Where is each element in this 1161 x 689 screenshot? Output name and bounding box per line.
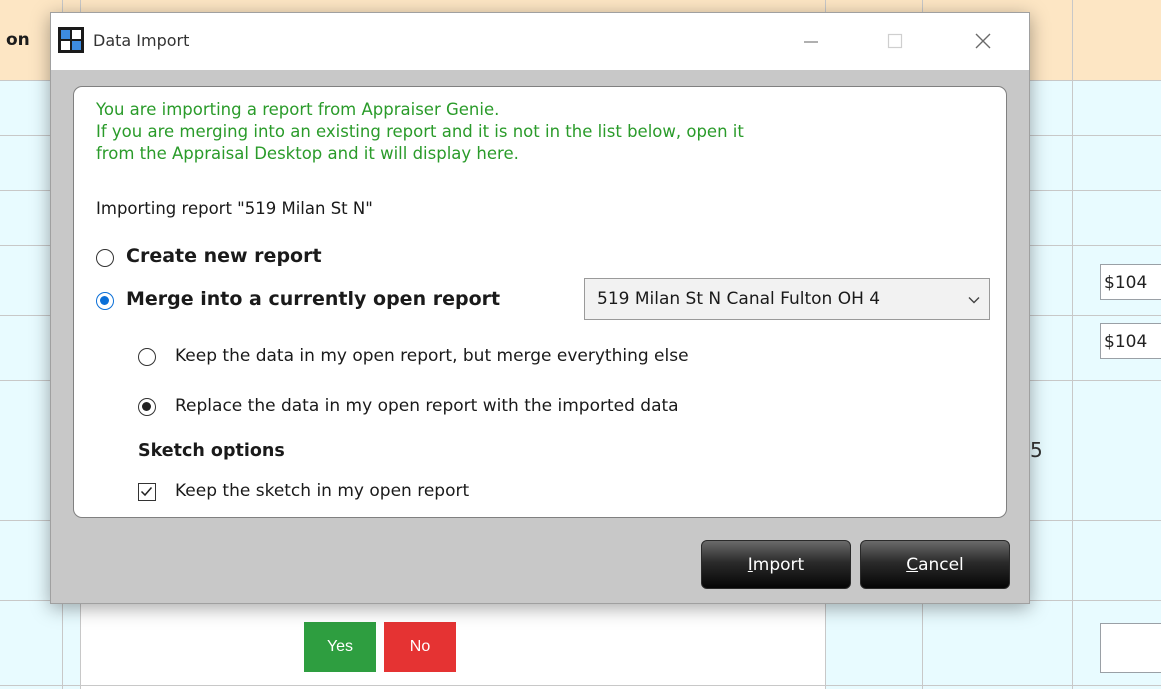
minimize-icon [804,41,818,43]
radio-selected-dot [100,296,109,305]
cancel-button-mnemonic: C [906,554,919,575]
merge-report-radio[interactable] [96,292,114,310]
importing-report-label: Importing report "519 Milan St N" [96,199,373,218]
close-icon [975,33,991,49]
import-button-label: mport [752,554,805,575]
keep-sketch-checkbox[interactable] [138,483,156,501]
dialog-titlebar[interactable]: Data Import [51,13,1029,70]
open-report-select[interactable]: 519 Milan St N Canal Fulton OH 4 [584,278,990,320]
keep-data-label[interactable]: Keep the data in my open report, but mer… [175,346,689,366]
close-button[interactable] [955,21,1011,61]
info-line: You are importing a report from Appraise… [96,100,500,119]
import-button[interactable]: Import [701,540,851,589]
maximize-button [867,21,923,61]
create-new-report-radio[interactable] [96,249,114,267]
grid-line [0,685,1161,686]
yes-button[interactable]: Yes [304,622,376,672]
cancel-button[interactable]: Cancel [860,540,1010,589]
keep-sketch-label[interactable]: Keep the sketch in my open report [175,481,469,501]
checkmark-icon [140,487,153,497]
import-options-panel: You are importing a report from Appraise… [73,86,1007,518]
info-line: from the Appraisal Desktop and it will d… [96,144,519,163]
merge-report-label[interactable]: Merge into a currently open report [126,288,500,310]
open-report-select-value: 519 Milan St N Canal Fulton OH 4 [597,289,881,309]
value-field[interactable]: $104 [1100,323,1161,359]
radio-selected-dot [142,402,151,411]
keep-data-radio[interactable] [138,348,156,366]
chevron-down-icon [968,297,980,304]
grid-line [1072,0,1073,689]
import-info-text: You are importing a report from Appraise… [96,99,986,165]
dialog-title: Data Import [93,31,190,50]
info-line: If you are merging into an existing repo… [96,122,744,141]
no-button[interactable]: No [384,622,456,672]
cancel-button-label: ancel [918,554,964,575]
value-field[interactable] [1100,623,1161,673]
create-new-report-label[interactable]: Create new report [126,245,322,267]
sketch-options-heading: Sketch options [138,441,285,461]
value-field[interactable]: $104 [1100,264,1161,300]
replace-data-radio[interactable] [138,398,156,416]
data-import-dialog: Data Import You are importing a report f… [50,12,1030,604]
minimize-button[interactable] [783,21,839,61]
app-grid-icon [58,27,84,53]
maximize-icon [887,33,903,49]
replace-data-label[interactable]: Replace the data in my open report with … [175,396,679,416]
grid-cell-value: 5 [1030,438,1043,462]
grid-column-header: on [6,30,30,50]
